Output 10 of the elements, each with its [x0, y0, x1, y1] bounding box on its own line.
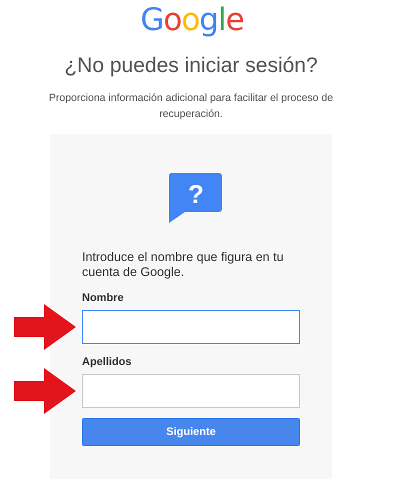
logo: Google	[139, 2, 244, 38]
input-field[interactable]	[82, 374, 300, 408]
instruction-text: Introduce el nombre que figura en tu cuenta de Google.	[82, 250, 285, 280]
field-label: Nombre	[82, 291, 124, 306]
subtitle: Proporciona información adicional para facilitar el proceso de recuperación.	[48, 91, 334, 122]
help-bubble-icon: ?	[168, 173, 222, 223]
field-label: Apellidos	[82, 355, 132, 370]
next-button[interactable]: Siguiente	[82, 418, 300, 446]
page-title: ¿No puedes iniciar sesión?	[63, 53, 319, 79]
input-field[interactable]	[82, 310, 300, 344]
